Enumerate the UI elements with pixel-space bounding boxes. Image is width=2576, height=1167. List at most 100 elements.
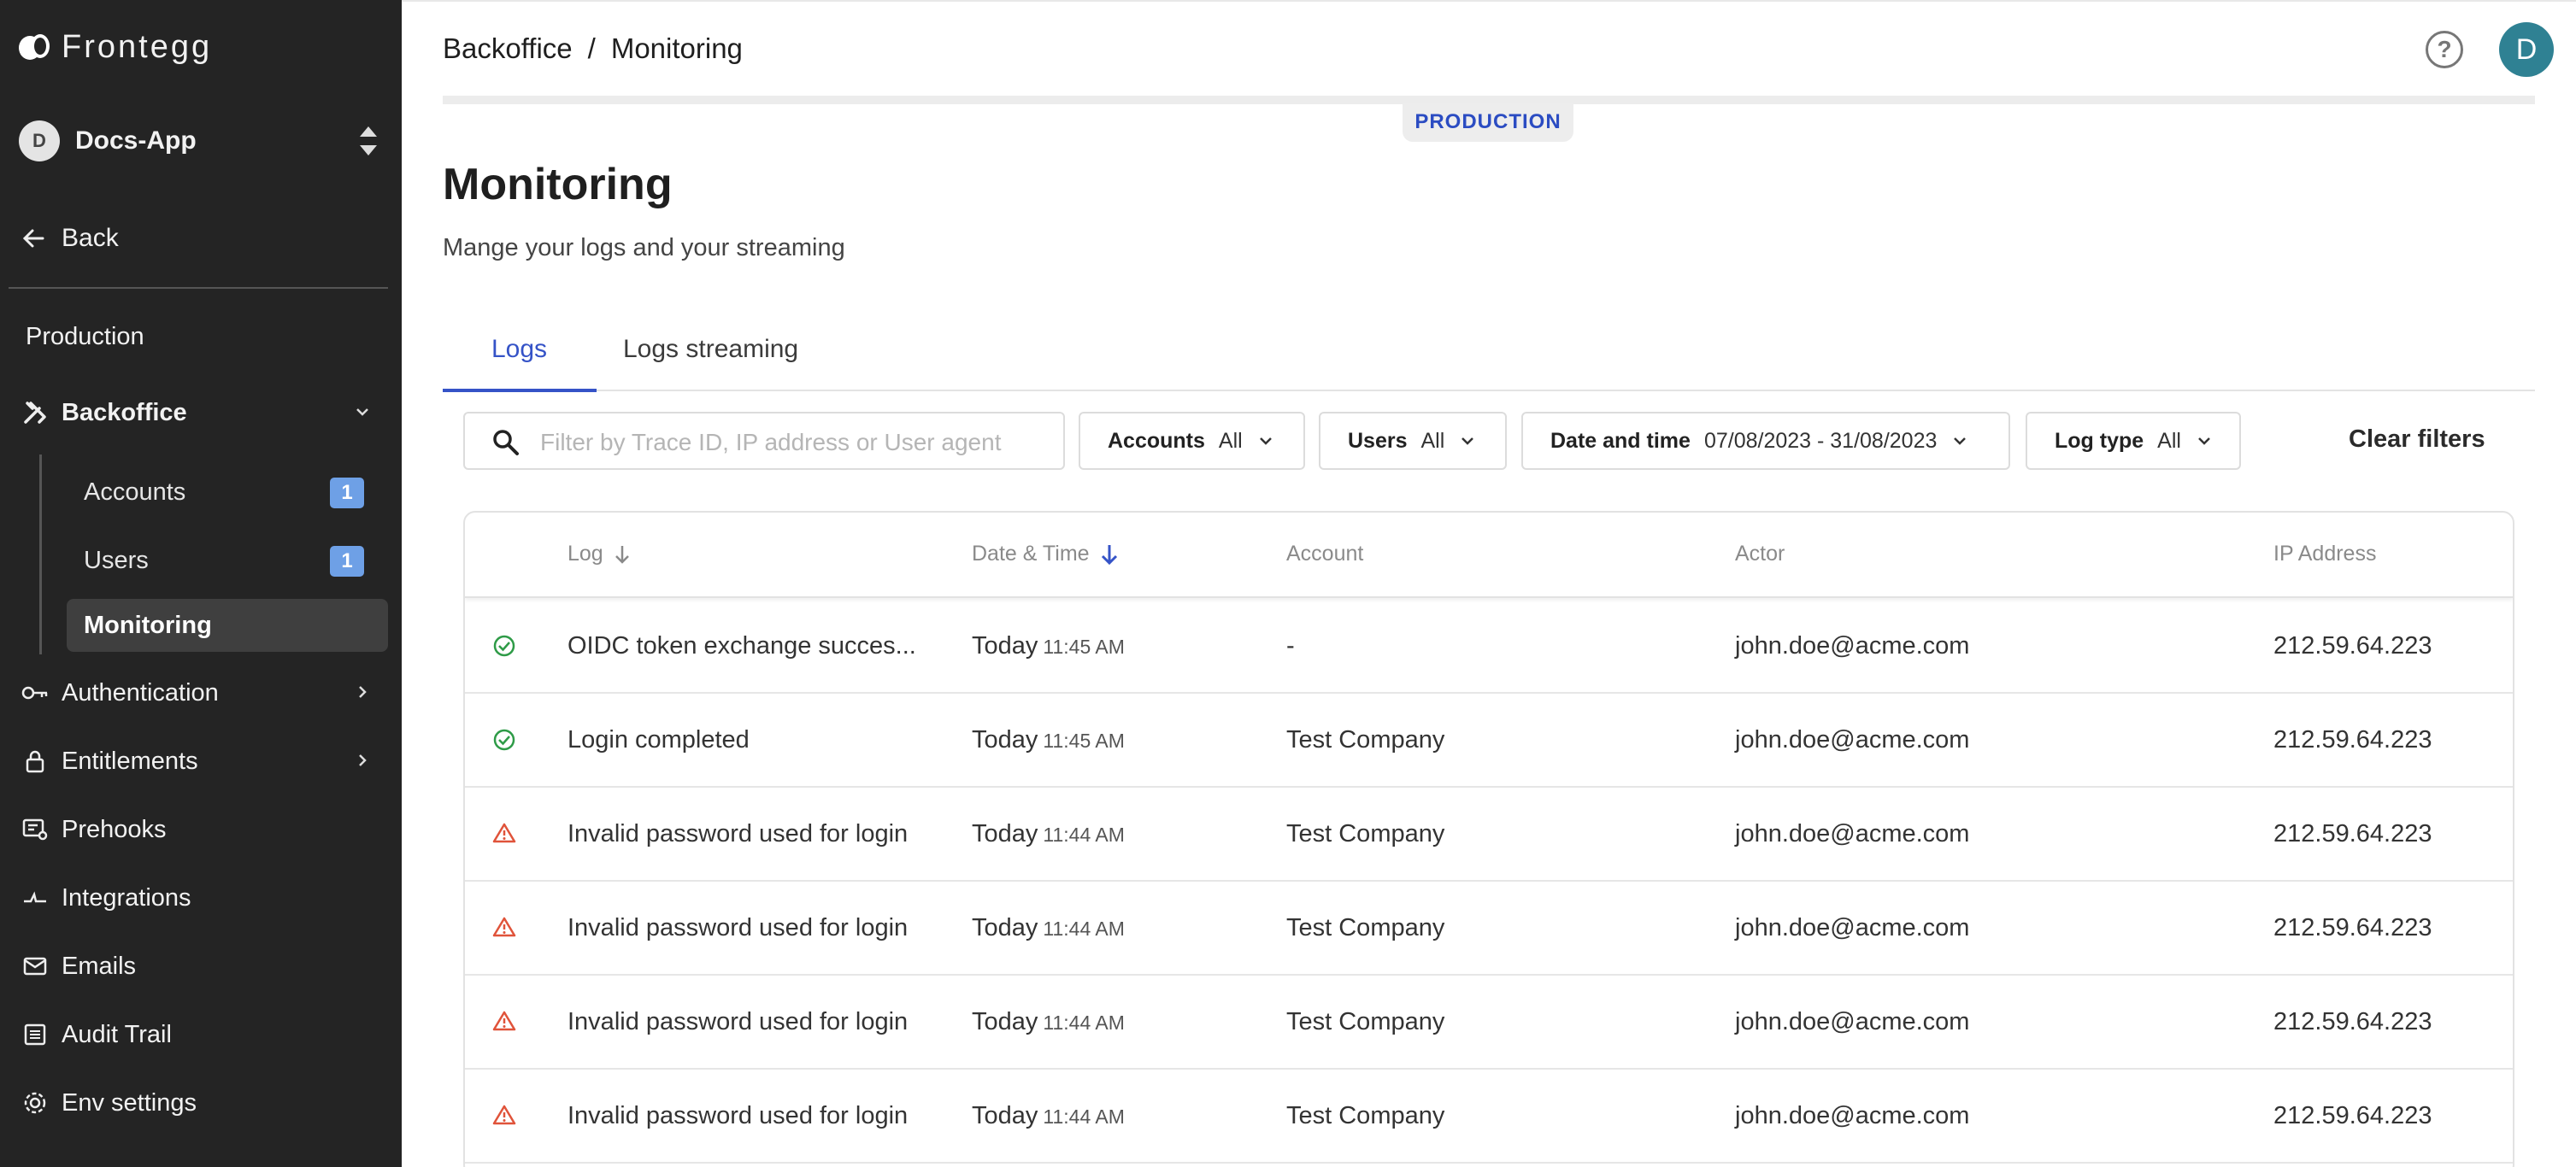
chevron-right-icon <box>359 686 367 698</box>
account-cell: - <box>1286 632 1295 660</box>
page-title: Monitoring <box>443 160 673 209</box>
sidebar-item-label: Authentication <box>62 678 219 707</box>
submenu-rail <box>39 454 42 654</box>
column-header-log[interactable]: Log <box>568 542 631 566</box>
hook-icon <box>21 818 50 841</box>
search-icon <box>493 430 519 455</box>
actor-cell: john.doe@acme.com <box>1735 1008 1970 1035</box>
account-cell: Test Company <box>1286 820 1445 847</box>
environment-label: Production <box>26 323 144 350</box>
frontegg-logo-icon <box>19 32 50 63</box>
column-label: Date & Time <box>972 542 1090 566</box>
warning-triangle-icon <box>492 1105 516 1125</box>
column-header-account[interactable]: Account <box>1286 542 1363 566</box>
gear-icon <box>21 1091 50 1115</box>
app-avatar: D <box>19 120 60 161</box>
ip-cell: 212.59.64.223 <box>2273 726 2432 754</box>
sidebar-item-label: Accounts <box>84 478 186 506</box>
filter-label: Accounts <box>1108 428 1205 453</box>
user-avatar[interactable]: D <box>2499 22 2554 77</box>
table-row[interactable]: Invalid password used for login Today 11:… <box>465 1070 2513 1164</box>
filter-value: All <box>1218 428 1243 453</box>
table-row[interactable]: Invalid password used for login Today 11:… <box>465 788 2513 882</box>
day-text: Today <box>972 1008 1038 1035</box>
account-cell: Test Company <box>1286 1102 1445 1129</box>
filter-value: 07/08/2023 - 31/08/2023 <box>1703 428 1938 453</box>
chevron-right-icon <box>359 754 367 766</box>
warning-triangle-icon <box>492 823 516 843</box>
column-label: IP Address <box>2273 542 2377 566</box>
actor-cell: john.doe@acme.com <box>1735 1102 1970 1129</box>
account-cell: Test Company <box>1286 914 1445 941</box>
plug-icon <box>21 889 50 906</box>
table-row[interactable]: Invalid password used for login Today 11:… <box>465 976 2513 1070</box>
time-text: 11:45 AM <box>1043 730 1125 752</box>
app-name: Docs-App <box>75 126 197 155</box>
date-time-cell: Today 11:44 AM <box>972 820 1125 848</box>
filter-value: All <box>1420 428 1445 453</box>
search-input[interactable]: Filter by Trace ID, IP address or User a… <box>463 412 1065 470</box>
log-cell: Invalid password used for login <box>568 820 909 847</box>
brand[interactable]: Frontegg <box>19 29 212 66</box>
tab-logs[interactable]: Logs <box>491 335 547 364</box>
column-label: Account <box>1286 542 1364 566</box>
sidebar: Frontegg D Docs-App Back Production Back… <box>0 0 402 1167</box>
sidebar-item-integrations[interactable]: Integrations <box>21 877 379 919</box>
chevron-down-icon <box>1259 437 1272 445</box>
sidebar-item-accounts[interactable]: Accounts 1 <box>67 466 388 519</box>
sidebar-item-label: Emails <box>62 952 137 980</box>
sidebar-item-authentication[interactable]: Authentication <box>21 671 379 714</box>
tab-logs-streaming[interactable]: Logs streaming <box>623 335 798 364</box>
brand-name: Frontegg <box>62 29 213 65</box>
app-switcher[interactable]: D Docs-App <box>19 120 378 162</box>
column-header-date-time[interactable]: Date & Time <box>972 542 1119 566</box>
sidebar-item-emails[interactable]: Emails <box>21 945 379 988</box>
sidebar-item-backoffice[interactable]: Backoffice <box>21 391 379 434</box>
day-text: Today <box>972 1102 1038 1129</box>
accounts-filter[interactable]: Accounts All <box>1079 412 1305 470</box>
breadcrumb: Backoffice / Monitoring <box>443 32 743 65</box>
ip-cell: 212.59.64.223 <box>2273 1102 2432 1129</box>
sidebar-item-prehooks[interactable]: Prehooks <box>21 808 379 851</box>
log-type-filter[interactable]: Log type All <box>2026 412 2241 470</box>
logs-table: Log Date & Time Account Actor IP Address… <box>463 511 2514 1167</box>
sidebar-item-audit-trail[interactable]: Audit Trail <box>21 1013 379 1056</box>
breadcrumb-monitoring: Monitoring <box>610 32 743 64</box>
chevron-down-icon <box>356 408 368 416</box>
actor-cell: john.doe@acme.com <box>1735 726 1970 754</box>
day-text: Today <box>972 726 1038 754</box>
sidebar-item-label: Integrations <box>62 883 191 912</box>
time-text: 11:45 AM <box>1043 636 1125 658</box>
table-row[interactable]: Invalid password used for login Today 11:… <box>465 882 2513 976</box>
table-header: Log Date & Time Account Actor IP Address <box>465 513 2513 598</box>
filter-label: Date and time <box>1550 428 1691 453</box>
table-row[interactable]: OIDC token exchange succes... Today 11:45… <box>465 600 2513 694</box>
clear-filters-button[interactable]: Clear filters <box>2349 425 2485 454</box>
sidebar-item-entitlements[interactable]: Entitlements <box>21 740 379 783</box>
warning-triangle-icon <box>492 1011 516 1031</box>
sidebar-item-users[interactable]: Users 1 <box>67 534 388 587</box>
account-cell: Test Company <box>1286 726 1445 754</box>
back-link[interactable]: Back <box>22 224 119 253</box>
filter-label: Users <box>1348 428 1408 453</box>
column-header-actor[interactable]: Actor <box>1735 542 1785 566</box>
success-check-icon <box>493 635 515 657</box>
lock-icon <box>21 749 50 773</box>
arrow-left-icon <box>22 229 44 248</box>
date-time-filter[interactable]: Date and time 07/08/2023 - 31/08/2023 <box>1521 412 2010 470</box>
users-filter[interactable]: Users All <box>1319 412 1507 470</box>
account-cell: Test Company <box>1286 1008 1445 1035</box>
sidebar-item-env-settings[interactable]: Env settings <box>21 1082 379 1124</box>
sidebar-item-label: Users <box>84 546 149 574</box>
page-subtitle: Mange your logs and your streaming <box>443 234 845 261</box>
help-icon[interactable]: ? <box>2426 31 2463 68</box>
day-text: Today <box>972 632 1038 660</box>
time-text: 11:44 AM <box>1043 918 1125 940</box>
ip-cell: 212.59.64.223 <box>2273 1008 2432 1035</box>
count-badge: 1 <box>330 478 364 508</box>
breadcrumb-backoffice[interactable]: Backoffice <box>443 32 573 65</box>
tab-label: Logs <box>491 335 548 363</box>
sidebar-item-monitoring[interactable]: Monitoring <box>67 599 388 652</box>
column-header-ip-address[interactable]: IP Address <box>2273 542 2376 566</box>
table-row[interactable]: Login completed Today 11:45 AM Test Compa… <box>465 694 2513 788</box>
